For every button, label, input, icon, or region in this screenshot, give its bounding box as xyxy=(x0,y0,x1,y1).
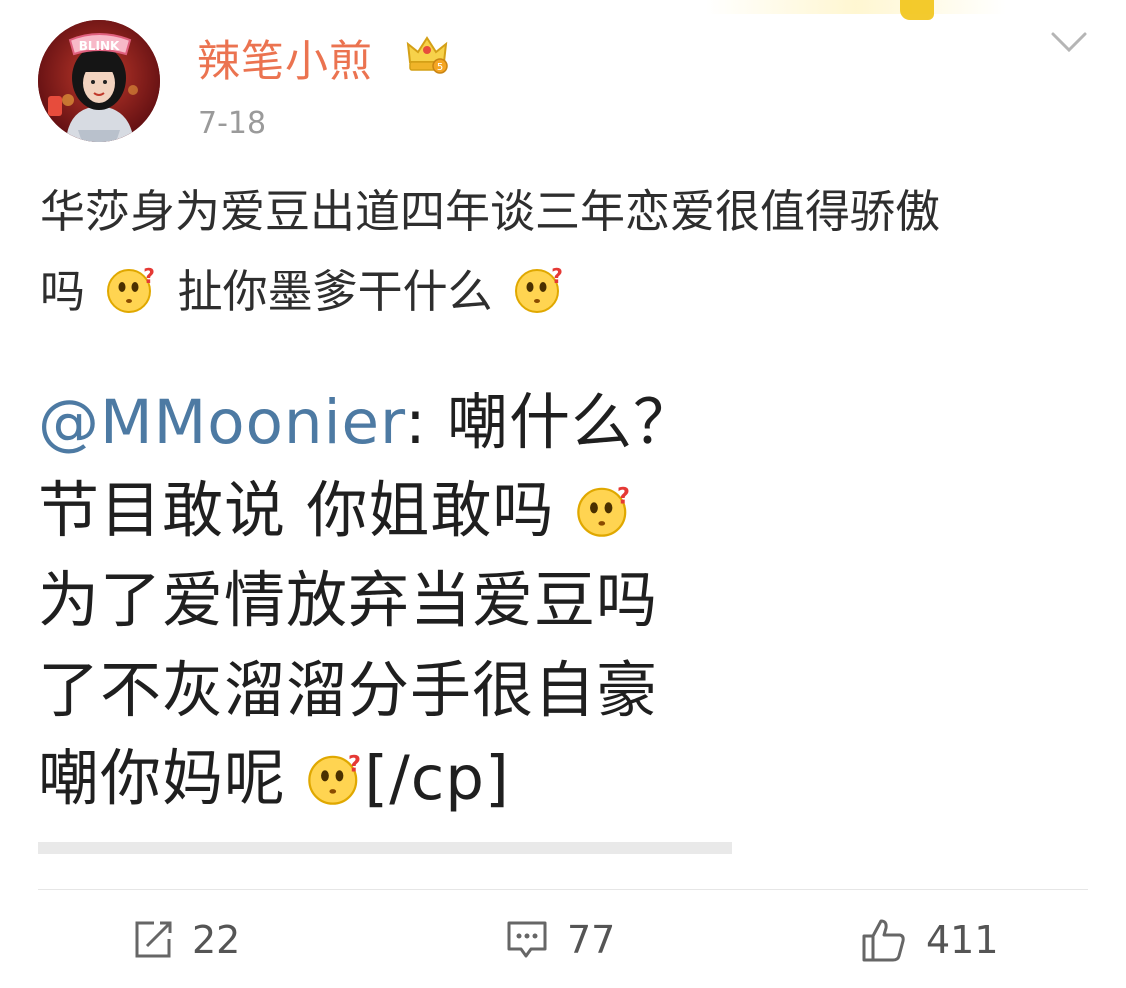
embedded-text: 嘲你妈呢 xyxy=(38,743,287,814)
top-decoration-spark xyxy=(900,0,934,20)
repost-count: 22 xyxy=(192,918,241,962)
avatar[interactable]: BLINK xyxy=(38,20,160,142)
comment-count: 77 xyxy=(567,918,616,962)
embedded-image[interactable]: @MMoonier: 嘲什么？ 节目敢说 你姐敢吗 ? 为了爱情放弃当爱豆吗 了… xyxy=(38,360,732,850)
comment-icon xyxy=(507,921,547,958)
embedded-line-2: 节目敢说 你姐敢吗 ? xyxy=(38,460,633,549)
post-text-line-1: 华莎身为爱豆出道四年谈三年恋爱很值得骄傲 xyxy=(40,185,941,238)
thinking-face-emoji-icon: ? xyxy=(514,264,563,313)
post-text-fragment: 扯你墨爹干什么 xyxy=(177,265,493,318)
avatar-badge-text: BLINK xyxy=(79,39,120,53)
embedded-text: [/cp] xyxy=(364,743,510,814)
like-count: 411 xyxy=(926,918,999,962)
thumbs-up-icon xyxy=(862,919,905,962)
svg-text:5: 5 xyxy=(437,62,443,73)
embedded-image-bottom-bar xyxy=(38,842,732,854)
comment-button[interactable]: 77 xyxy=(505,912,615,968)
thinking-face-emoji-icon: ? xyxy=(107,264,156,313)
post-text-line-2: 吗 ? 扯你墨爹干什么 ? xyxy=(40,252,1090,332)
thinking-face-emoji-icon: ? xyxy=(577,483,631,537)
top-decoration xyxy=(706,0,1006,14)
divider xyxy=(38,889,1088,890)
username[interactable]: 辣笔小煎 xyxy=(197,27,373,89)
like-button[interactable]: 411 xyxy=(860,912,999,968)
embedded-line-4: 了不灰溜溜分手很自豪 xyxy=(38,655,659,726)
vip-crown-icon[interactable]: 5 xyxy=(404,32,450,78)
embedded-line-1: @MMoonier: 嘲什么？ xyxy=(38,372,695,461)
repost-icon xyxy=(135,921,172,958)
post-date: 7-18 xyxy=(198,106,267,141)
embedded-text: : 嘲什么？ xyxy=(405,387,696,458)
repost-button[interactable]: 22 xyxy=(132,912,240,968)
chevron-down-icon[interactable] xyxy=(1050,30,1088,56)
embedded-line-3: 为了爱情放弃当爱豆吗 xyxy=(38,565,659,636)
svg-text:?: ? xyxy=(617,483,631,509)
post-text-fragment: 吗 xyxy=(40,265,86,318)
embedded-line-5: 嘲你妈呢 ? [/cp] xyxy=(38,728,510,817)
embedded-text: 节目敢说 你姐敢吗 xyxy=(38,475,555,546)
svg-text:?: ? xyxy=(348,751,362,777)
mention-link: @MMoonier xyxy=(38,387,406,458)
post-text: 华莎身为爱豆出道四年谈三年恋爱很值得骄傲 吗 ? 扯你墨爹干什么 ? xyxy=(40,172,1090,332)
svg-text:?: ? xyxy=(144,264,156,288)
thinking-face-emoji-icon: ? xyxy=(308,751,362,805)
svg-text:?: ? xyxy=(551,264,563,288)
